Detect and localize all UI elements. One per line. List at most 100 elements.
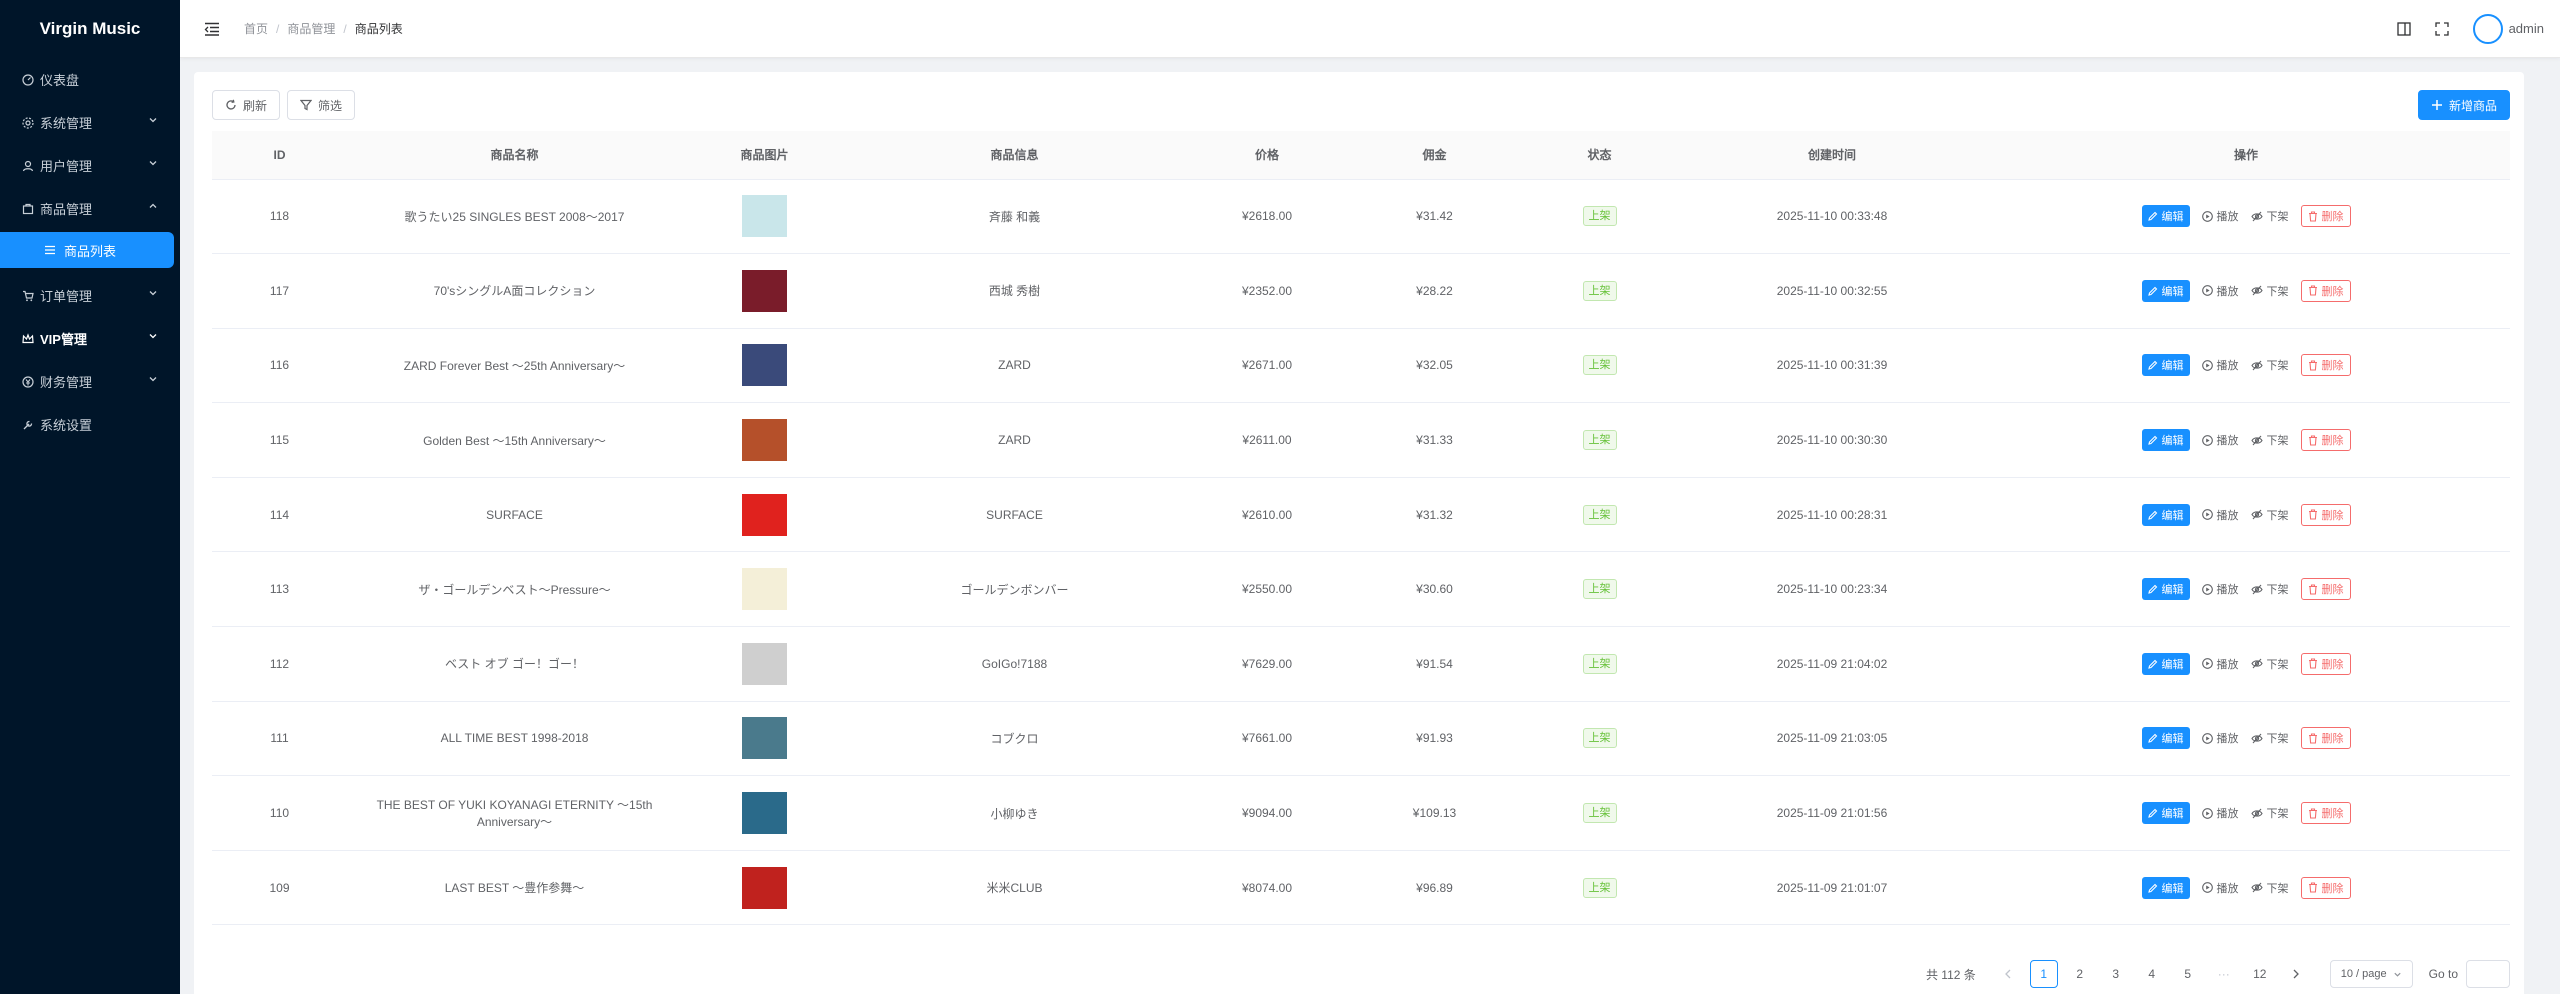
play-button[interactable]: 播放 <box>2201 507 2239 523</box>
sidebar-item-label: 用户管理 <box>40 159 93 174</box>
delete-button[interactable]: 删除 <box>2300 429 2351 452</box>
sidebar-item-system-settings[interactable]: 系统设置 <box>0 403 180 446</box>
refresh-button[interactable]: 刷新 <box>212 90 281 120</box>
layout-icon[interactable] <box>2396 21 2411 36</box>
pagination-page[interactable]: 1 <box>2029 960 2058 988</box>
delete-button[interactable]: 删除 <box>2300 354 2351 377</box>
cell-commission: ¥31.42 <box>1352 179 1517 255</box>
pagination-page[interactable]: 2 <box>2066 960 2094 988</box>
breadcrumb-products[interactable]: 商品管理 <box>287 20 335 37</box>
offline-button[interactable]: 下架 <box>2250 507 2289 523</box>
delete-button[interactable]: 删除 <box>2300 652 2351 675</box>
edit-icon <box>2147 808 2157 818</box>
eye-off-icon <box>2250 211 2263 222</box>
offline-button[interactable]: 下架 <box>2250 357 2289 373</box>
trash-icon <box>2308 882 2317 893</box>
offline-button[interactable]: 下架 <box>2250 432 2289 448</box>
edit-button[interactable]: 编辑 <box>2141 503 2190 526</box>
album-cover-image <box>742 866 787 909</box>
eye-off-icon <box>2250 286 2263 296</box>
cell-commission: ¥32.05 <box>1352 328 1517 404</box>
pagination-page[interactable]: 4 <box>2138 960 2166 988</box>
delete-button[interactable]: 删除 <box>2300 727 2351 750</box>
sidebar-item-system[interactable]: 系统管理 <box>0 101 180 144</box>
pagination-page[interactable]: 3 <box>2102 960 2130 988</box>
delete-button[interactable]: 删除 <box>2300 503 2351 526</box>
menu-fold-icon[interactable] <box>204 21 220 37</box>
play-button[interactable]: 播放 <box>2201 283 2239 299</box>
product-table: ID 商品名称 商品图片 商品信息 价格 佣金 状态 创建时间 操作 118 歌う… <box>212 131 2510 926</box>
avatar[interactable] <box>2472 13 2503 44</box>
cell-image <box>682 402 847 478</box>
cell-status: 上架 <box>1517 551 1682 628</box>
offline-label: 下架 <box>2266 808 2289 821</box>
cell-id: 118 <box>212 179 347 255</box>
play-button[interactable]: 播放 <box>2201 432 2239 448</box>
edit-label: 编辑 <box>2161 808 2184 821</box>
sidebar-item-orders[interactable]: 订单管理 <box>0 274 180 317</box>
cell-image <box>682 626 847 702</box>
cell-image <box>682 701 847 777</box>
delete-button[interactable]: 删除 <box>2300 205 2351 228</box>
goto-input[interactable] <box>2466 960 2510 988</box>
breadcrumb-home[interactable]: 首页 <box>244 20 268 37</box>
offline-button[interactable]: 下架 <box>2250 656 2289 672</box>
cell-commission: ¥28.22 <box>1352 253 1517 329</box>
sidebar-subitem-product-list[interactable]: 商品列表 <box>0 232 174 268</box>
username[interactable]: admin <box>2509 21 2544 36</box>
play-label: 播放 <box>2216 435 2239 448</box>
cell-status: 上架 <box>1517 477 1682 553</box>
sidebar-item-finance[interactable]: 财务管理 <box>0 360 180 403</box>
eye-off-icon <box>2250 808 2263 818</box>
add-product-button[interactable]: 新增商品 <box>2417 90 2510 120</box>
pagination-next[interactable] <box>2282 960 2310 988</box>
play-button[interactable]: 播放 <box>2201 581 2239 597</box>
edit-button[interactable]: 编辑 <box>2141 652 2190 675</box>
delete-button[interactable]: 删除 <box>2300 279 2351 302</box>
settings-icon <box>22 116 34 129</box>
play-button[interactable]: 播放 <box>2201 357 2239 373</box>
album-cover-image <box>742 642 787 685</box>
filter-button[interactable]: 筛选 <box>287 90 356 120</box>
play-button[interactable]: 播放 <box>2201 656 2239 672</box>
play-button[interactable]: 播放 <box>2201 730 2239 746</box>
sidebar-item-dashboard[interactable]: 仪表盘 <box>0 58 180 101</box>
offline-button[interactable]: 下架 <box>2250 730 2289 746</box>
pagination-page[interactable]: 5 <box>2174 960 2202 988</box>
page-size-select[interactable]: 10 / page <box>2329 960 2413 988</box>
delete-button[interactable]: 删除 <box>2300 578 2351 601</box>
edit-button[interactable]: 编辑 <box>2141 205 2190 228</box>
sidebar-item-vip[interactable]: VIP管理 <box>0 317 180 360</box>
sidebar-item-label: 财务管理 <box>40 375 93 390</box>
edit-button[interactable]: 编辑 <box>2141 279 2190 302</box>
offline-label: 下架 <box>2266 658 2289 671</box>
cell-name: SURFACE <box>347 477 682 553</box>
edit-button[interactable]: 编辑 <box>2141 727 2190 750</box>
edit-button[interactable]: 编辑 <box>2141 802 2190 825</box>
pagination-more[interactable]: ··· <box>2210 960 2238 988</box>
fullscreen-icon[interactable] <box>2434 21 2449 36</box>
edit-button[interactable]: 编辑 <box>2141 429 2190 452</box>
pagination-prev[interactable] <box>1994 960 2022 988</box>
offline-button[interactable]: 下架 <box>2250 581 2289 597</box>
offline-button[interactable]: 下架 <box>2250 283 2289 299</box>
pagination-page[interactable]: 12 <box>2246 960 2274 988</box>
edit-button[interactable]: 编辑 <box>2141 578 2190 601</box>
table-row: 110 THE BEST OF YUKI KOYANAGI ETERNITY ～1… <box>212 775 2510 851</box>
play-button[interactable]: 播放 <box>2201 805 2239 821</box>
delete-button[interactable]: 删除 <box>2300 876 2351 899</box>
delete-button[interactable]: 删除 <box>2300 802 2351 825</box>
sidebar-item-products[interactable]: 商品管理 <box>0 187 180 230</box>
offline-button[interactable]: 下架 <box>2250 208 2289 224</box>
offline-button[interactable]: 下架 <box>2250 805 2289 821</box>
cell-info: GoIGo!7188 <box>847 626 1182 702</box>
play-button[interactable]: 播放 <box>2201 208 2239 224</box>
play-button[interactable]: 播放 <box>2201 880 2239 896</box>
trash-icon <box>2308 211 2317 222</box>
edit-button[interactable]: 编辑 <box>2141 354 2190 377</box>
offline-button[interactable]: 下架 <box>2250 880 2289 896</box>
edit-button[interactable]: 编辑 <box>2141 876 2190 899</box>
row-actions: 编辑 播放 下架 删除 <box>1988 503 2504 526</box>
cell-status: 上架 <box>1517 179 1682 255</box>
sidebar-item-users[interactable]: 用户管理 <box>0 144 180 187</box>
